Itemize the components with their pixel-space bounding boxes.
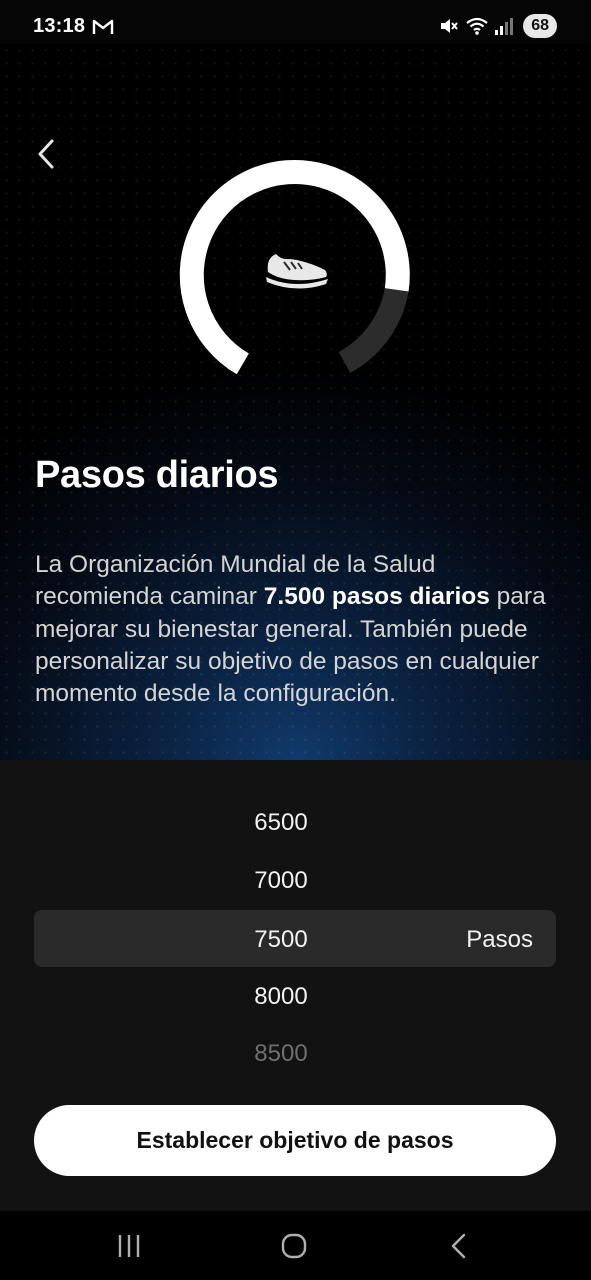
wifi-icon [466, 17, 488, 35]
status-icons: 68 [439, 14, 557, 38]
step-goal-ring [179, 159, 410, 375]
picker-unit-label: Pasos [466, 926, 533, 953]
home-icon [281, 1233, 307, 1259]
goal-description: La Organización Mundial de la Salud reco… [35, 549, 565, 710]
ring-track [338, 287, 409, 374]
page-title: Pasos diarios [35, 454, 279, 496]
step-goal-picker[interactable]: 6500 7000 7500 8000 8500 Pasos Establece… [0, 760, 591, 1211]
signal-icon [495, 18, 514, 35]
goal-hero: Pasos diarios La Organización Mundial de… [0, 44, 591, 760]
status-bar: 13:18 68 [0, 0, 591, 44]
shoe-icon [266, 254, 328, 289]
picker-option[interactable]: 6500 [0, 809, 562, 837]
recent-apps-button[interactable] [117, 1233, 141, 1259]
back-nav-icon [451, 1233, 466, 1259]
gmail-icon [92, 19, 114, 34]
mute-icon [441, 19, 458, 33]
chevron-left-icon [38, 139, 54, 169]
battery-icon: 68 [523, 14, 557, 38]
picker-option[interactable]: 7000 [0, 867, 562, 895]
back-nav-button[interactable] [449, 1233, 469, 1259]
recommended-steps: 7.500 pasos diarios [263, 583, 490, 611]
status-time: 13:18 [33, 15, 86, 37]
recent-apps-icon [118, 1235, 140, 1257]
back-button[interactable] [32, 136, 60, 172]
set-goal-button[interactable]: Establecer objetivo de pasos [34, 1105, 556, 1176]
system-nav-bar [0, 1211, 591, 1280]
picker-option[interactable]: 8500 [0, 1040, 562, 1068]
picker-option[interactable]: 8000 [0, 983, 562, 1011]
home-button[interactable] [281, 1233, 307, 1259]
